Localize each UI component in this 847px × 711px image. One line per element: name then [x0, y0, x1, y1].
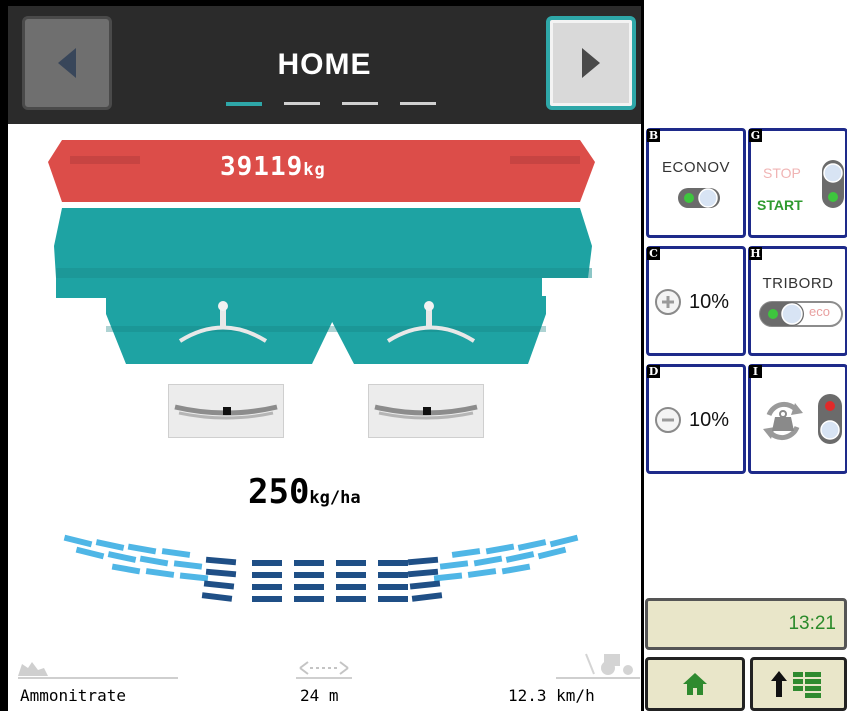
rate-minus-value: 10%	[689, 409, 730, 431]
arrow-right-icon	[582, 48, 600, 78]
application-rate-value: 250	[248, 472, 310, 512]
tile-rate-plus[interactable]: C 10%	[646, 246, 746, 356]
page-dot-3	[342, 102, 378, 105]
eco-label: eco	[809, 304, 830, 319]
tile-letter-g: G	[749, 129, 762, 142]
status-panel: 13:21	[645, 598, 847, 650]
application-rate: 250kg/ha	[248, 472, 361, 512]
stop-label: STOP	[763, 165, 801, 181]
tile-letter-d: D	[647, 365, 660, 378]
minus-circle-icon	[655, 407, 681, 433]
working-width: 24 m	[300, 686, 339, 705]
vertical-toggle-icon	[822, 160, 844, 208]
header-bar: HOME	[8, 6, 641, 124]
tile-weigh-cycle[interactable]: I	[748, 364, 847, 474]
tribord-label: TRIBORD	[762, 275, 834, 292]
up-arrow-list-icon	[770, 671, 821, 698]
fertilizer-pile-icon	[18, 662, 178, 679]
hopper-body	[54, 208, 592, 298]
forward-speed: 12.3 km/h	[508, 686, 595, 705]
spreader-disc-icon	[374, 404, 478, 420]
spreader-disc-icon	[174, 404, 278, 420]
econov-label: ECONOV	[661, 159, 730, 176]
tile-letter-b: B	[647, 129, 660, 142]
tile-stop-start[interactable]: G STOP START	[748, 128, 847, 238]
menu-button[interactable]	[750, 657, 847, 711]
page-dot-1	[226, 102, 262, 106]
application-rate-unit: kg/ha	[309, 488, 361, 508]
page-dot-4	[400, 102, 436, 105]
tile-econov[interactable]: B ECONOV	[646, 128, 746, 238]
hopper-weight: 39119kg	[220, 152, 326, 182]
tractor-speed-icon	[556, 653, 640, 679]
spread-pattern-graphic	[63, 534, 579, 602]
tile-tribord[interactable]: H TRIBORD eco	[748, 246, 847, 356]
product-name: Ammonitrate	[20, 686, 126, 705]
page-indicator	[226, 102, 436, 108]
tile-letter-c: C	[647, 247, 660, 260]
page-dot-2	[284, 102, 320, 105]
hopper-weight-value: 39119	[220, 152, 304, 182]
plus-circle-icon	[655, 289, 681, 315]
home-icon	[683, 673, 707, 695]
tile-letter-i: I	[749, 365, 762, 378]
traffic-light-icon	[818, 394, 842, 444]
clock-time: 13:21	[788, 613, 836, 634]
left-border	[0, 0, 8, 711]
toggle-icon	[678, 188, 720, 208]
rate-plus-value: 10%	[689, 291, 730, 313]
screen-frame: HOME 39119kg 250kg/ha Ammonitrate 24 m 1…	[0, 0, 847, 711]
next-page-button[interactable]	[546, 16, 636, 110]
left-spreader-disc	[168, 384, 284, 438]
right-spreader-disc	[368, 384, 484, 438]
tribord-toggle-icon	[759, 301, 843, 327]
tile-letter-h: H	[749, 247, 762, 260]
weigh-cycle-icon	[763, 401, 803, 441]
tile-rate-minus[interactable]: D 10%	[646, 364, 746, 474]
home-button[interactable]	[645, 657, 745, 711]
hopper-weight-unit: kg	[303, 160, 326, 180]
divider-line	[641, 0, 644, 711]
start-label: START	[757, 197, 803, 213]
spread-width-icon	[296, 661, 352, 679]
